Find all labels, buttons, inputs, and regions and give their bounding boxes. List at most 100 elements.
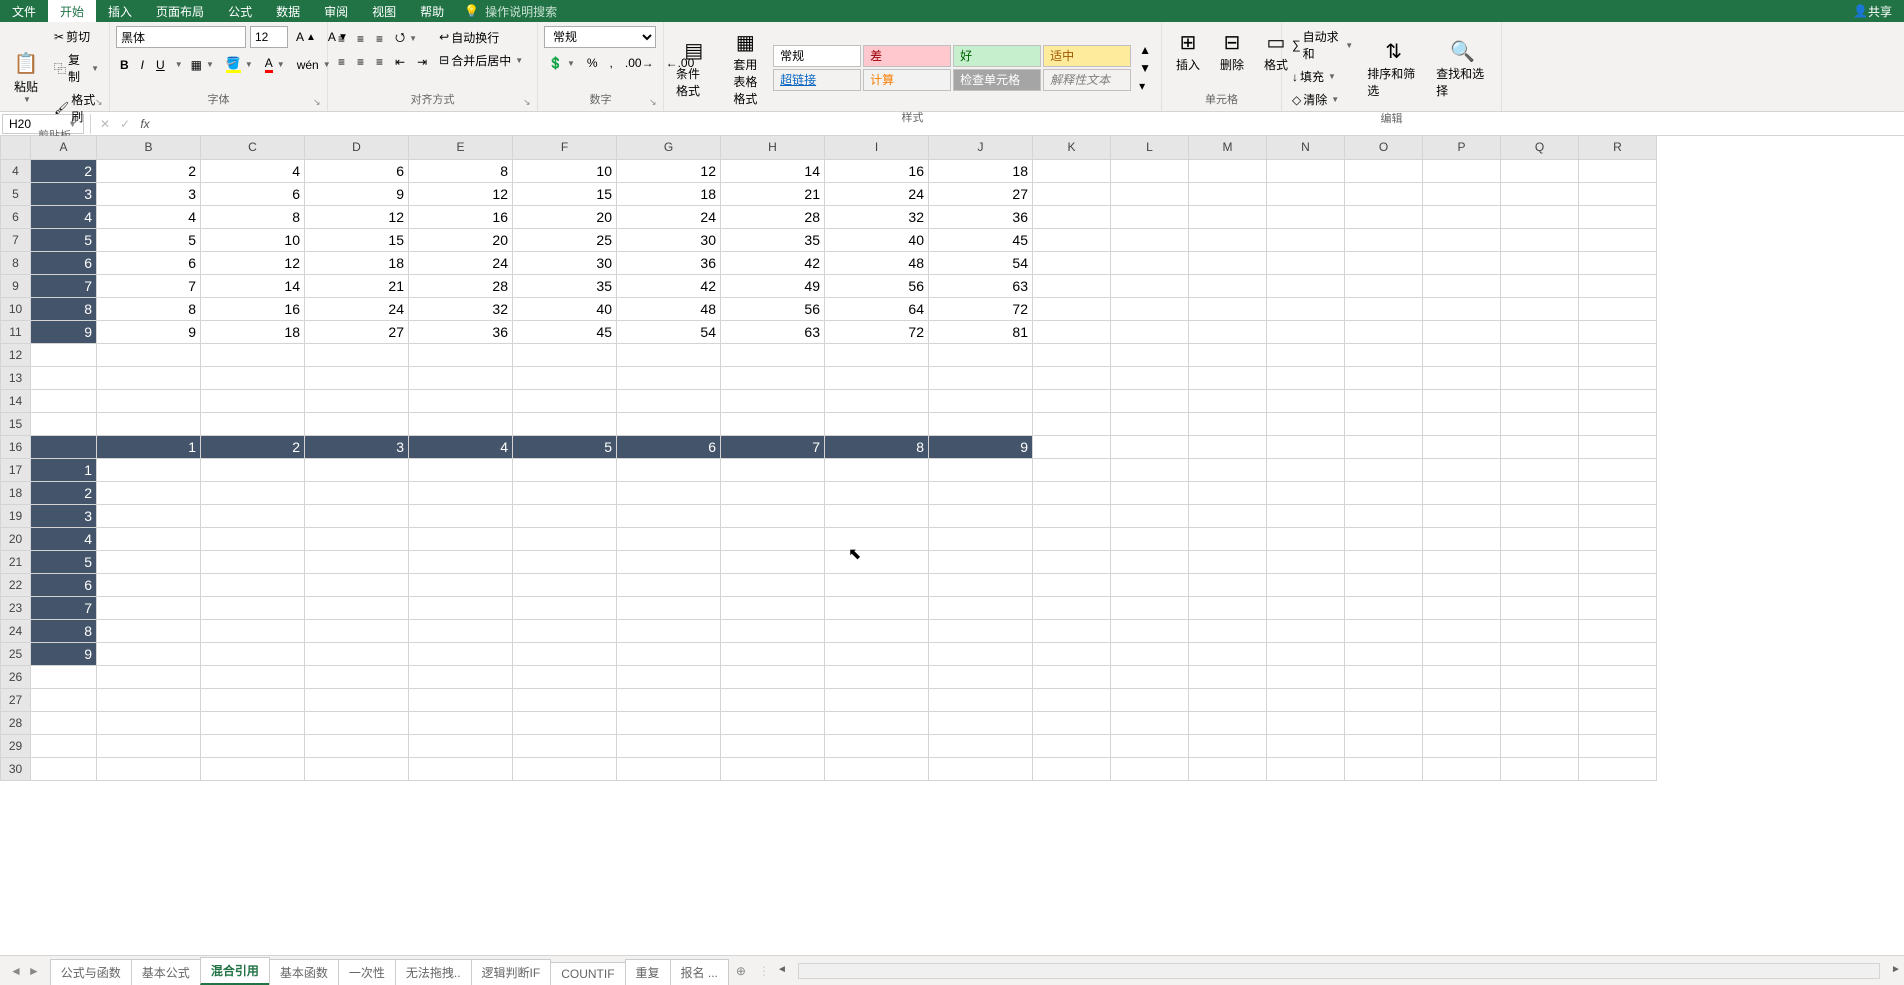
cell-K10[interactable] [1033, 297, 1111, 320]
cell-P26[interactable] [1423, 665, 1501, 688]
cell-D4[interactable]: 6 [305, 159, 409, 182]
cell-C21[interactable] [201, 550, 305, 573]
cell-C19[interactable] [201, 504, 305, 527]
cell-J20[interactable] [929, 527, 1033, 550]
cell-N21[interactable] [1267, 550, 1345, 573]
cell-A22[interactable]: 6 [31, 573, 97, 596]
cell-H28[interactable] [721, 711, 825, 734]
cell-M27[interactable] [1189, 688, 1267, 711]
cell-Q6[interactable] [1501, 205, 1579, 228]
cell-K21[interactable] [1033, 550, 1111, 573]
cell-H8[interactable]: 42 [721, 251, 825, 274]
cell-N10[interactable] [1267, 297, 1345, 320]
cell-E6[interactable]: 16 [409, 205, 513, 228]
column-header-C[interactable]: C [201, 136, 305, 159]
cell-H7[interactable]: 35 [721, 228, 825, 251]
cell-P17[interactable] [1423, 458, 1501, 481]
cell-L28[interactable] [1111, 711, 1189, 734]
cell-L20[interactable] [1111, 527, 1189, 550]
cell-K13[interactable] [1033, 366, 1111, 389]
cell-P19[interactable] [1423, 504, 1501, 527]
cell-C8[interactable]: 12 [201, 251, 305, 274]
cell-A11[interactable]: 9 [31, 320, 97, 343]
cell-J30[interactable] [929, 757, 1033, 780]
cell-D7[interactable]: 15 [305, 228, 409, 251]
menu-tab-开始[interactable]: 开始 [48, 0, 96, 22]
number-format-select[interactable]: 常规 [544, 26, 656, 48]
cell-O20[interactable] [1345, 527, 1423, 550]
cell-L16[interactable] [1111, 435, 1189, 458]
cell-B9[interactable]: 7 [97, 274, 201, 297]
cell-M24[interactable] [1189, 619, 1267, 642]
cell-C15[interactable] [201, 412, 305, 435]
cell-I23[interactable] [825, 596, 929, 619]
cell-G23[interactable] [617, 596, 721, 619]
cell-B19[interactable] [97, 504, 201, 527]
cell-N12[interactable] [1267, 343, 1345, 366]
cell-F5[interactable]: 15 [513, 182, 617, 205]
cell-J14[interactable] [929, 389, 1033, 412]
cell-I25[interactable] [825, 642, 929, 665]
underline-button[interactable]: U [152, 56, 169, 74]
cell-O26[interactable] [1345, 665, 1423, 688]
row-header-26[interactable]: 26 [1, 665, 31, 688]
cell-B25[interactable] [97, 642, 201, 665]
column-header-A[interactable]: A [31, 136, 97, 159]
cell-D11[interactable]: 27 [305, 320, 409, 343]
cell-D13[interactable] [305, 366, 409, 389]
cell-R29[interactable] [1579, 734, 1657, 757]
cell-M16[interactable] [1189, 435, 1267, 458]
cell-B21[interactable] [97, 550, 201, 573]
cell-B27[interactable] [97, 688, 201, 711]
cell-A23[interactable]: 7 [31, 596, 97, 619]
sheet-tab-4[interactable]: 一次性 [338, 959, 396, 985]
cell-H29[interactable] [721, 734, 825, 757]
cell-M17[interactable] [1189, 458, 1267, 481]
cell-F18[interactable] [513, 481, 617, 504]
row-header-29[interactable]: 29 [1, 734, 31, 757]
decrease-indent-button[interactable]: ⇤ [391, 53, 409, 71]
autosum-button[interactable]: ∑自动求和▼ [1288, 26, 1357, 64]
cell-G7[interactable]: 30 [617, 228, 721, 251]
cell-E27[interactable] [409, 688, 513, 711]
cell-L29[interactable] [1111, 734, 1189, 757]
cell-A24[interactable]: 8 [31, 619, 97, 642]
hscroll-right[interactable]: ► [1888, 964, 1904, 978]
cell-K26[interactable] [1033, 665, 1111, 688]
fill-color-button[interactable]: 🪣▼ [222, 54, 257, 75]
cell-D27[interactable] [305, 688, 409, 711]
cell-K16[interactable] [1033, 435, 1111, 458]
cell-H16[interactable]: 7 [721, 435, 825, 458]
column-header-J[interactable]: J [929, 136, 1033, 159]
cell-E30[interactable] [409, 757, 513, 780]
cell-R13[interactable] [1579, 366, 1657, 389]
column-header-P[interactable]: P [1423, 136, 1501, 159]
cell-O14[interactable] [1345, 389, 1423, 412]
cell-P27[interactable] [1423, 688, 1501, 711]
cell-F12[interactable] [513, 343, 617, 366]
cell-O13[interactable] [1345, 366, 1423, 389]
cell-D14[interactable] [305, 389, 409, 412]
cell-N16[interactable] [1267, 435, 1345, 458]
cell-J23[interactable] [929, 596, 1033, 619]
cell-P8[interactable] [1423, 251, 1501, 274]
cell-O25[interactable] [1345, 642, 1423, 665]
style-hyperlink[interactable]: 超链接 [773, 69, 861, 91]
cell-I6[interactable]: 32 [825, 205, 929, 228]
menu-tab-插入[interactable]: 插入 [96, 0, 144, 22]
cell-Q5[interactable] [1501, 182, 1579, 205]
menu-tab-帮助[interactable]: 帮助 [408, 0, 456, 22]
cell-P11[interactable] [1423, 320, 1501, 343]
cell-R17[interactable] [1579, 458, 1657, 481]
cell-E17[interactable] [409, 458, 513, 481]
row-header-10[interactable]: 10 [1, 297, 31, 320]
cell-B7[interactable]: 5 [97, 228, 201, 251]
cell-J15[interactable] [929, 412, 1033, 435]
sheet-nav-first[interactable]: ◄ [10, 964, 22, 978]
row-header-19[interactable]: 19 [1, 504, 31, 527]
cell-O10[interactable] [1345, 297, 1423, 320]
cell-I27[interactable] [825, 688, 929, 711]
column-header-B[interactable]: B [97, 136, 201, 159]
cell-P25[interactable] [1423, 642, 1501, 665]
cell-N8[interactable] [1267, 251, 1345, 274]
